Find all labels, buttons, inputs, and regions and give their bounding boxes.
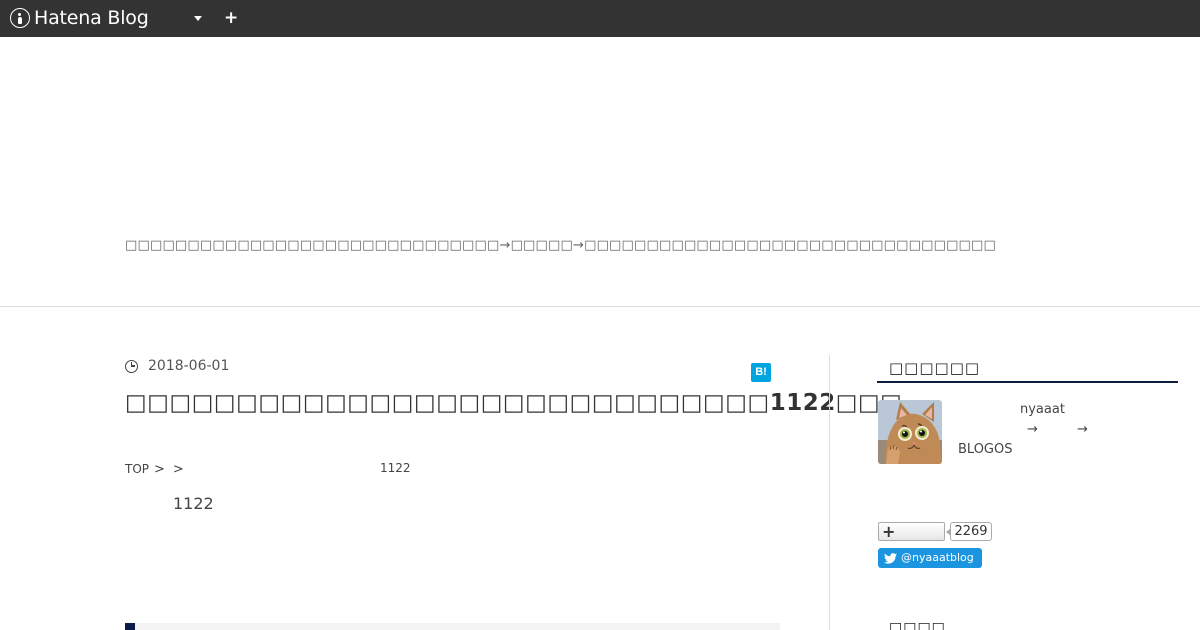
entry-content-box xyxy=(125,623,780,630)
follow-button[interactable]: + xyxy=(878,522,945,541)
breadcrumb-separator: > xyxy=(154,461,165,477)
breadcrumb: TOP > > 1122 xyxy=(125,460,411,478)
column-divider xyxy=(829,355,830,630)
hatena-blog-logo-link[interactable]: Hatena Blog xyxy=(10,7,149,29)
hatena-global-header: Hatena Blog + xyxy=(0,0,1200,37)
twitter-bird-icon xyxy=(884,552,897,564)
entry-date-text: 2018-06-01 xyxy=(148,358,230,374)
hatena-bookmark-button[interactable]: B! xyxy=(751,363,771,382)
header-divider xyxy=(0,306,1200,307)
sidebar-profile-title: □□□□□□ xyxy=(889,359,981,377)
entry-title[interactable]: □□□□□□□□□□□□□□□□□□□□□□□□□□□□□1122□□□ xyxy=(125,390,902,416)
sidebar-module-title: □□□□ xyxy=(889,620,946,630)
content-box-marker xyxy=(125,623,135,630)
cat-avatar-icon xyxy=(878,400,942,464)
breadcrumb-top-link[interactable]: TOP xyxy=(125,462,149,476)
twitter-follow-button[interactable]: @nyaaatblog xyxy=(878,548,982,568)
logo-text: Hatena Blog xyxy=(34,7,149,29)
twitter-handle: @nyaaatblog xyxy=(901,551,974,564)
entry-date[interactable]: 2018-06-01 xyxy=(125,357,229,375)
breadcrumb-separator: > xyxy=(172,461,184,477)
chevron-down-icon[interactable] xyxy=(194,16,202,21)
profile-arrow: → xyxy=(1077,422,1088,437)
entry-body-text: 1122 xyxy=(173,494,214,513)
plus-icon[interactable]: + xyxy=(224,9,238,27)
profile-arrow: → xyxy=(1027,422,1038,437)
blog-description: □□□□□□□□□□□□□□□□□□□□□□□□□□□□□□→□□□□□→□□□… xyxy=(125,238,997,253)
avatar[interactable] xyxy=(878,400,942,464)
breadcrumb-current: 1122 xyxy=(380,461,411,475)
profile-name-link[interactable]: nyaaat xyxy=(1020,402,1065,417)
plus-icon: + xyxy=(882,522,896,541)
profile-blogos-link[interactable]: BLOGOS xyxy=(958,442,1013,457)
hatena-logo-icon xyxy=(10,8,30,28)
clock-icon xyxy=(125,359,138,373)
module-title-underline xyxy=(877,381,1178,383)
follow-count-badge: 2269 xyxy=(946,522,992,541)
